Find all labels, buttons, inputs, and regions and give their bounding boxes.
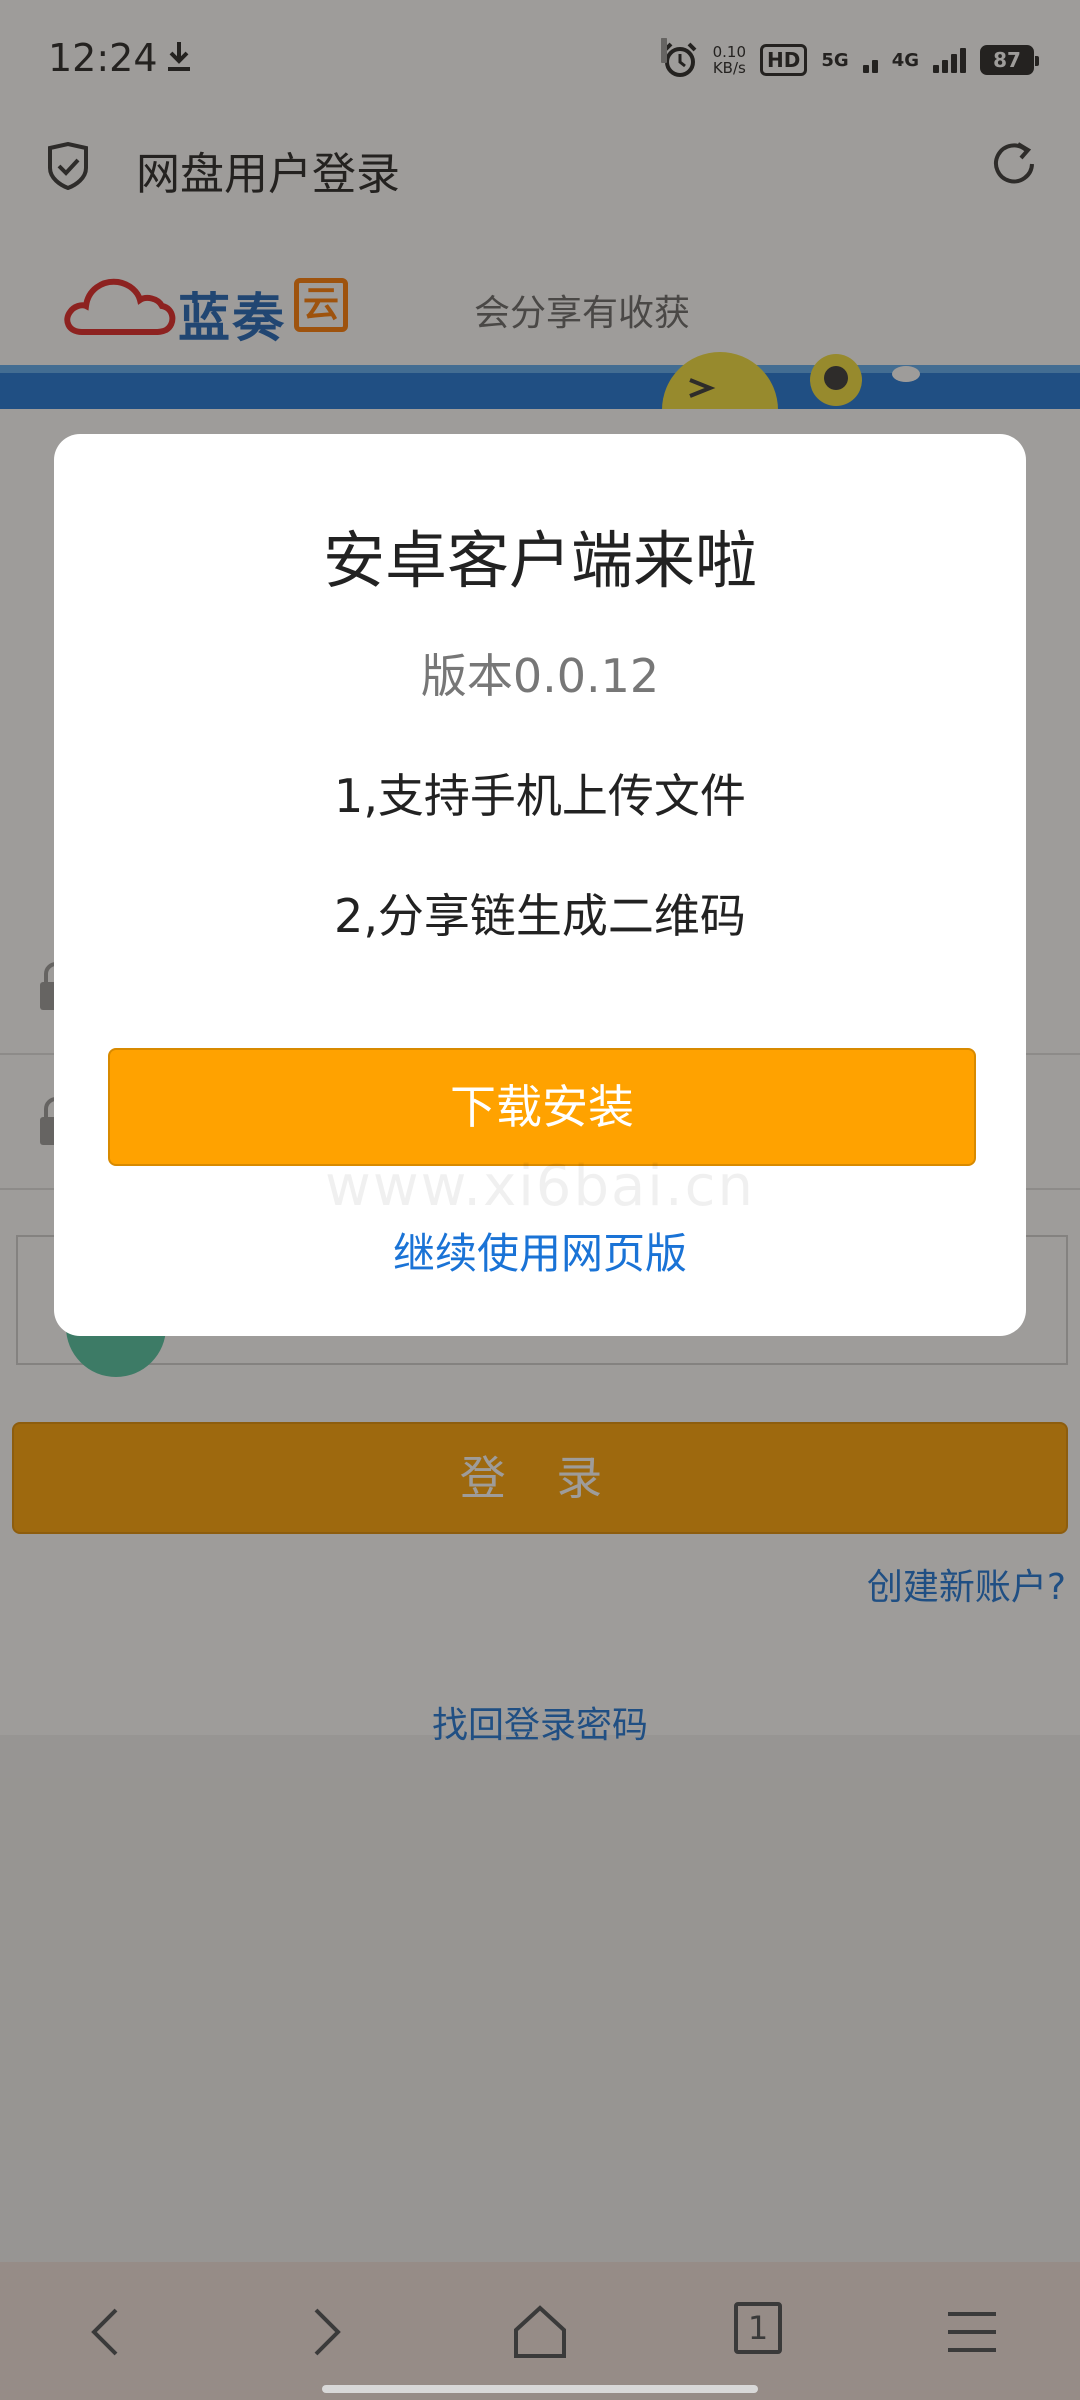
home-indicator[interactable] (322, 2385, 758, 2393)
browser-bottom-nav: 1 (0, 2262, 1080, 2400)
feature-item-2: 2,分享链生成二维码 (334, 889, 746, 943)
back-icon[interactable] (76, 2300, 140, 2364)
watermark: www.xi6bai.cn (325, 1154, 755, 1219)
feature-item-1: 1,支持手机上传文件 (334, 769, 746, 823)
menu-icon[interactable] (940, 2300, 1004, 2364)
app-download-dialog: 安卓客户端来啦 版本0.0.12 1,支持手机上传文件 2,分享链生成二维码 下… (54, 434, 1026, 1336)
dialog-version: 版本0.0.12 (420, 649, 660, 703)
forward-icon[interactable] (292, 2300, 356, 2364)
dialog-title: 安卓客户端来啦 (322, 524, 757, 597)
download-install-button[interactable]: 下载安装 (108, 1048, 976, 1166)
home-icon[interactable] (508, 2300, 572, 2364)
tabs-button[interactable]: 1 (734, 2302, 782, 2354)
continue-web-link[interactable]: 继续使用网页版 (54, 1220, 1026, 1281)
